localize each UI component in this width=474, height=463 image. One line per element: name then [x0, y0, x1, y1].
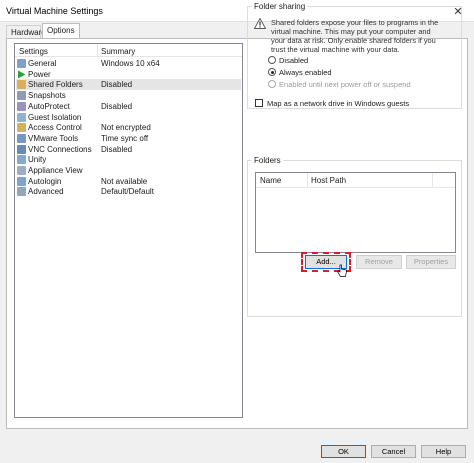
radio-until-power-off: Enabled until next power off or suspend	[268, 79, 458, 89]
settings-item-vnc-connections[interactable]: VNC Connections Disabled	[16, 144, 241, 155]
power-icon	[17, 70, 26, 79]
help-button[interactable]: Help	[421, 445, 466, 458]
warning-text: Shared folders expose your files to prog…	[271, 18, 457, 54]
warning-line: trust the virtual machine with your data…	[271, 45, 400, 54]
radio-until-power-off-label: Enabled until next power off or suspend	[279, 80, 411, 89]
settings-item-summary: Not available	[101, 176, 148, 186]
settings-item-summary: Not encrypted	[101, 123, 151, 133]
settings-item-shared-folders[interactable]: Shared Folders Disabled	[16, 79, 241, 91]
tab-hardware[interactable]: Hardware	[6, 25, 46, 38]
properties-button: Properties	[406, 255, 456, 269]
map-network-drive-label[interactable]: Map as a network drive in Windows guests	[267, 99, 409, 108]
column-name[interactable]: Name	[260, 176, 281, 185]
cancel-button[interactable]: Cancel	[371, 445, 416, 458]
autoprotect-icon	[17, 101, 26, 111]
list-header: Settings Summary	[15, 44, 242, 57]
folder-sharing-legend: Folder sharing	[252, 2, 308, 11]
folders-legend: Folders	[252, 156, 283, 165]
autologin-icon	[17, 176, 26, 186]
unity-icon	[17, 155, 26, 165]
settings-item-name: Autologin	[28, 176, 62, 186]
header-settings[interactable]: Settings	[19, 47, 48, 56]
vnc-icon	[17, 144, 26, 154]
radio-disabled-dot[interactable]	[268, 56, 276, 64]
window-title: Virtual Machine Settings	[6, 6, 103, 16]
settings-item-name: Guest Isolation	[28, 112, 82, 122]
settings-item-name: VMware Tools	[28, 133, 79, 143]
settings-item-name: Appliance View	[28, 166, 83, 175]
shared-folders-icon	[17, 80, 26, 90]
folder-sharing-group: Folder sharing Shared folders expose you…	[247, 2, 462, 109]
settings-item-summary: Time sync off	[101, 133, 149, 143]
map-network-drive-checkbox[interactable]: Map as a network drive in Windows guests	[255, 98, 455, 108]
settings-item-summary: Disabled	[101, 144, 133, 154]
hand-cursor-icon	[337, 264, 347, 277]
settings-item-name: VNC Connections	[28, 144, 92, 154]
settings-item-appliance-view[interactable]: Appliance View	[16, 165, 241, 176]
settings-item-power[interactable]: Power	[16, 69, 241, 80]
settings-item-name: Shared Folders	[28, 80, 83, 90]
vmware-tools-icon	[17, 133, 26, 143]
ok-button[interactable]: OK	[321, 445, 366, 458]
remove-button: Remove	[356, 255, 402, 269]
advanced-icon	[17, 187, 26, 197]
settings-item-snapshots[interactable]: Snapshots	[16, 90, 241, 101]
warning-line: your data at risk. Only enable shared fo…	[271, 36, 436, 45]
folders-group: Folders Name Host Path	[247, 156, 462, 317]
settings-item-autoprotect[interactable]: AutoProtect Disabled	[16, 101, 241, 112]
settings-item-name: AutoProtect	[28, 101, 70, 111]
snapshots-icon	[17, 91, 26, 101]
settings-item-name: Power	[28, 69, 51, 79]
settings-item-summary: Disabled	[101, 101, 133, 111]
radio-disabled-label[interactable]: Disabled	[279, 56, 308, 65]
settings-item-advanced[interactable]: Advanced Default/Default	[16, 186, 241, 197]
header-line	[256, 187, 455, 188]
guest-isolation-icon	[17, 112, 26, 122]
settings-item-name: Advanced	[28, 187, 64, 197]
appliance-view-icon	[17, 166, 26, 175]
header-divider	[97, 44, 98, 57]
tab-options[interactable]: Options	[42, 23, 80, 39]
settings-item-general[interactable]: General Windows 10 x64	[16, 58, 241, 69]
warning-line: Shared folders expose your files to prog…	[271, 18, 439, 27]
column-host-path[interactable]: Host Path	[311, 176, 346, 185]
general-icon	[17, 59, 26, 68]
radio-until-power-off-dot	[268, 80, 276, 88]
radio-always-enabled-label[interactable]: Always enabled	[279, 68, 332, 77]
settings-item-name: Snapshots	[28, 91, 66, 101]
warning-line: virtual machine. This may put your compu…	[271, 27, 431, 36]
folders-table[interactable]: Name Host Path	[255, 172, 456, 253]
settings-item-name: Unity	[28, 155, 47, 165]
column-divider	[432, 173, 433, 187]
settings-item-autologin[interactable]: Autologin Not available	[16, 176, 241, 187]
settings-list[interactable]: Settings Summary General Windows 10 x64 Po…	[14, 43, 243, 418]
radio-always-enabled[interactable]: Always enabled	[268, 67, 458, 77]
settings-item-access-control[interactable]: Access Control Not encrypted	[16, 122, 241, 133]
settings-item-summary: Default/Default	[101, 187, 154, 197]
radio-disabled[interactable]: Disabled	[268, 55, 458, 65]
radio-always-enabled-dot[interactable]	[268, 68, 276, 76]
access-control-icon	[17, 123, 26, 133]
settings-item-summary: Disabled	[101, 80, 133, 90]
header-summary[interactable]: Summary	[101, 47, 135, 56]
settings-item-vmware-tools[interactable]: VMware Tools Time sync off	[16, 133, 241, 144]
settings-item-summary: Windows 10 x64	[101, 59, 160, 68]
map-network-drive-box[interactable]	[255, 99, 263, 107]
column-divider	[307, 173, 308, 187]
settings-item-name: Access Control	[28, 123, 82, 133]
warning-icon	[254, 18, 266, 29]
settings-item-name: General	[28, 59, 57, 68]
settings-item-unity[interactable]: Unity	[16, 154, 241, 165]
settings-item-guest-isolation[interactable]: Guest Isolation	[16, 112, 241, 123]
